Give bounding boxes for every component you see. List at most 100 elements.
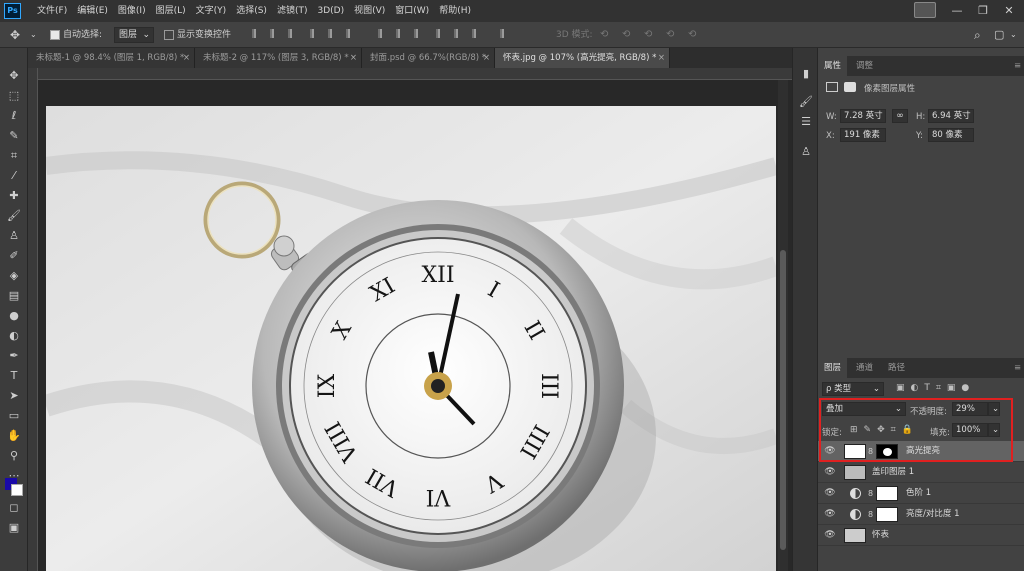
- align-icon[interactable]: ⫼: [378, 22, 383, 48]
- restore-icon[interactable]: ❐: [970, 0, 996, 22]
- lasso-tool-icon[interactable]: ℓ: [6, 108, 22, 124]
- menu-item[interactable]: 视图(V): [349, 0, 390, 22]
- align-icon[interactable]: ⫼: [310, 22, 315, 48]
- layer-name[interactable]: 亮度/对比度 1: [906, 504, 959, 525]
- width-field[interactable]: 7.28 英寸: [840, 109, 886, 123]
- link-icon[interactable]: ∞: [892, 109, 908, 123]
- menu-item[interactable]: 文字(Y): [191, 0, 232, 22]
- tab-cover[interactable]: 封面.psd @ 66.7%(RGB/8) * ×: [362, 48, 495, 68]
- tab-untitled-2[interactable]: 未标题-2 @ 117% (图层 3, RGB/8) * ×: [195, 48, 362, 68]
- align-icon[interactable]: ⫼: [252, 22, 257, 48]
- align-icon[interactable]: ⫼: [436, 22, 441, 48]
- panel-menu-icon[interactable]: ≡: [1008, 56, 1024, 76]
- menu-item[interactable]: 帮助(H): [434, 0, 476, 22]
- show-transform-checkbox[interactable]: 显示变换控件: [164, 22, 231, 48]
- link-icon[interactable]: 8: [868, 489, 873, 498]
- history-brush-tool-icon[interactable]: ✐: [6, 248, 22, 264]
- type-tool-icon[interactable]: T: [6, 368, 22, 384]
- auto-select-dropdown[interactable]: 图层 ⌄: [114, 27, 154, 43]
- menu-item[interactable]: 编辑(E): [72, 0, 113, 22]
- background-color-swatch[interactable]: [11, 484, 23, 496]
- close-icon[interactable]: ✕: [996, 0, 1022, 22]
- close-icon[interactable]: ×: [483, 48, 490, 68]
- search-icon[interactable]: ⌕: [974, 22, 981, 48]
- hand-tool-icon[interactable]: ✋: [6, 428, 22, 444]
- menu-item[interactable]: 窗口(W): [390, 0, 434, 22]
- history-panel-icon[interactable]: ▮: [798, 66, 814, 82]
- menu-item[interactable]: 图像(I): [113, 0, 151, 22]
- auto-select-checkbox[interactable]: 自动选择:: [50, 22, 102, 48]
- document-image[interactable]: XII I II III IIII V VI VII VIII IX X XI: [46, 106, 776, 571]
- layer-name[interactable]: 色阶 1: [906, 483, 931, 504]
- path-select-tool-icon[interactable]: ➤: [6, 388, 22, 404]
- brush-panel-icon[interactable]: 🖌: [798, 94, 814, 110]
- layer-row-levels[interactable]: 👁 8 色阶 1: [818, 483, 1024, 504]
- align-icon[interactable]: ⫼: [414, 22, 419, 48]
- align-icon[interactable]: ⫼: [328, 22, 333, 48]
- healing-tool-icon[interactable]: ✚: [6, 188, 22, 204]
- menu-item[interactable]: 滤镜(T): [272, 0, 313, 22]
- close-icon[interactable]: ×: [350, 48, 357, 68]
- layer-row-brightness[interactable]: 👁 8 亮度/对比度 1: [818, 504, 1024, 525]
- 3d-tool-icon[interactable]: ⟲: [622, 22, 630, 48]
- layer-name[interactable]: 怀表: [872, 525, 889, 546]
- layer-filter-icons[interactable]: ▣◐T⌗▣●: [896, 383, 975, 393]
- gradient-tool-icon[interactable]: ▤: [6, 288, 22, 304]
- align-icon[interactable]: ⫼: [288, 22, 293, 48]
- crop-tool-icon[interactable]: ⌗: [6, 148, 22, 164]
- canvas-vertical-scrollbar[interactable]: [778, 80, 788, 571]
- layer-mask-thumbnail[interactable]: [876, 507, 898, 522]
- quick-select-tool-icon[interactable]: ✎: [6, 128, 22, 144]
- 3d-tool-icon[interactable]: ⟲: [644, 22, 652, 48]
- tab-channels[interactable]: 通道: [850, 358, 879, 378]
- tab-layers[interactable]: 图层: [818, 358, 848, 378]
- eraser-tool-icon[interactable]: ◈: [6, 268, 22, 284]
- 3d-tool-icon[interactable]: ⟲: [600, 22, 608, 48]
- move-tool-icon[interactable]: ✥: [6, 68, 22, 84]
- x-field[interactable]: 191 像素: [840, 128, 886, 142]
- move-tool-icon[interactable]: ✥: [10, 22, 20, 48]
- screen-mode-icon[interactable]: ▣: [6, 520, 22, 536]
- align-icon[interactable]: ⫼: [472, 22, 477, 48]
- align-icon[interactable]: ⫼: [396, 22, 401, 48]
- layer-row-watch[interactable]: 👁 怀表: [818, 525, 1024, 546]
- menu-item[interactable]: 选择(S): [231, 0, 272, 22]
- adjust-panel-icon[interactable]: ☰: [798, 114, 814, 130]
- shape-tool-icon[interactable]: ▭: [6, 408, 22, 424]
- pen-tool-icon[interactable]: ✒: [6, 348, 22, 364]
- blur-tool-icon[interactable]: ●: [6, 308, 22, 324]
- eye-icon[interactable]: 👁: [824, 508, 836, 520]
- eye-icon[interactable]: 👁: [824, 529, 836, 541]
- zoom-tool-icon[interactable]: ⚲: [6, 448, 22, 464]
- clone-source-icon[interactable]: ♙: [798, 144, 814, 160]
- 3d-tool-icon[interactable]: ⟲: [666, 22, 674, 48]
- stamp-tool-icon[interactable]: ♙: [6, 228, 22, 244]
- minimize-icon[interactable]: —: [944, 0, 970, 22]
- tab-adjustments[interactable]: 调整: [850, 56, 879, 76]
- tab-pocket-watch[interactable]: 怀表.jpg @ 107% (高光提亮, RGB/8) * ×: [495, 48, 670, 68]
- brush-tool-icon[interactable]: 🖌: [6, 208, 22, 224]
- align-icon[interactable]: ⫼: [270, 22, 275, 48]
- mask-icon[interactable]: [844, 82, 856, 92]
- quick-mask-icon[interactable]: ◻: [6, 500, 22, 516]
- menu-item[interactable]: 3D(D): [312, 0, 349, 22]
- close-icon[interactable]: ×: [658, 48, 665, 68]
- scrollbar-thumb[interactable]: [780, 250, 786, 550]
- workspace-chevron-icon[interactable]: ⌄: [1010, 22, 1017, 48]
- height-field[interactable]: 6.94 英寸: [928, 109, 974, 123]
- 3d-tool-icon[interactable]: ⟲: [688, 22, 696, 48]
- align-icon[interactable]: ⫼: [454, 22, 459, 48]
- tab-properties[interactable]: 属性: [818, 56, 848, 76]
- tab-paths[interactable]: 路径: [882, 358, 911, 378]
- y-field[interactable]: 80 像素: [928, 128, 974, 142]
- dodge-tool-icon[interactable]: ◐: [6, 328, 22, 344]
- tab-untitled-1[interactable]: 未标题-1 @ 98.4% (图层 1, RGB/8) * ×: [28, 48, 195, 68]
- eyedropper-tool-icon[interactable]: ⁄: [6, 168, 22, 184]
- workspace-icon[interactable]: [914, 2, 936, 18]
- layer-row-stamp[interactable]: 👁 盖印图层 1: [818, 462, 1024, 483]
- workspace-switch-icon[interactable]: ▢: [994, 22, 1004, 48]
- eye-icon[interactable]: 👁: [824, 466, 836, 478]
- menu-item[interactable]: 图层(L): [151, 0, 191, 22]
- menu-item[interactable]: 文件(F): [32, 0, 72, 22]
- align-icon[interactable]: ⫼: [346, 22, 351, 48]
